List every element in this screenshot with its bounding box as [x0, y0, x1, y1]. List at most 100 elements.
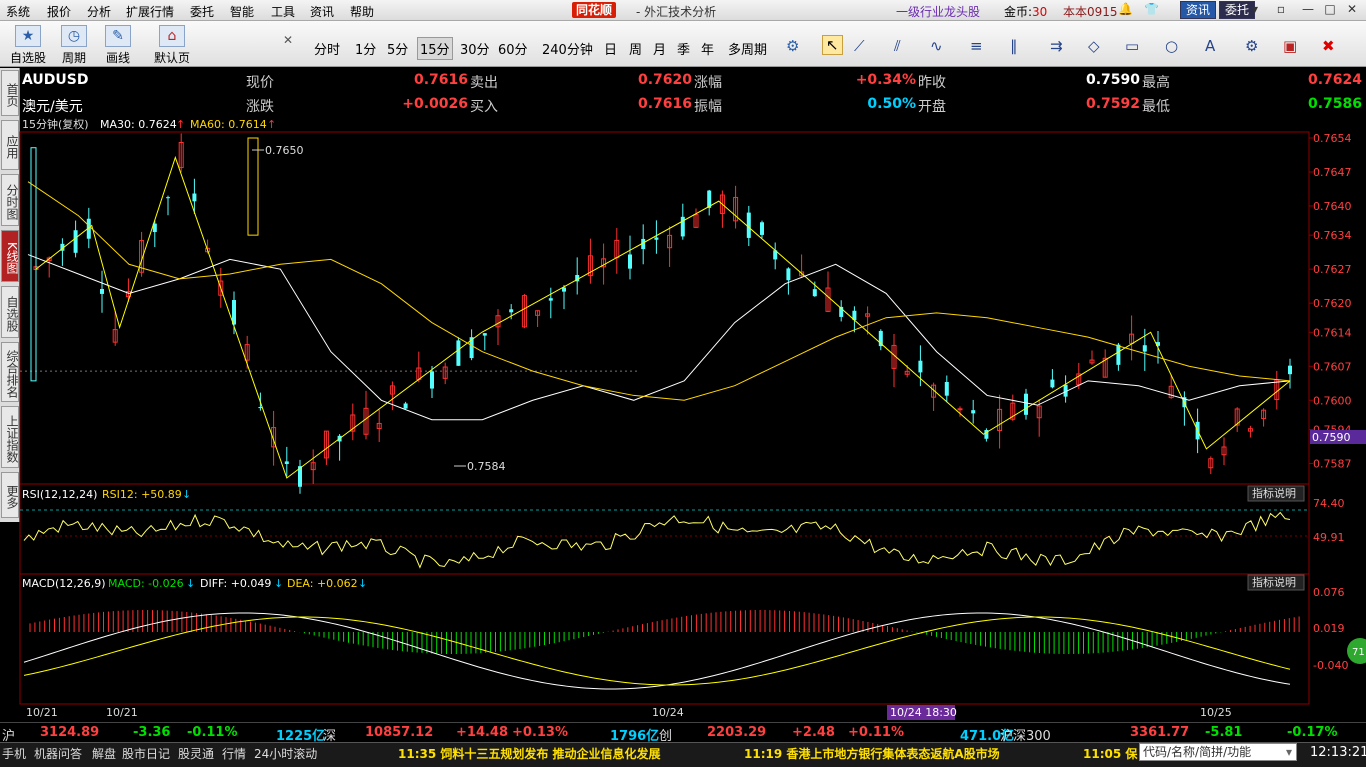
wave-tool-icon[interactable]: ∿: [930, 37, 943, 55]
x-label-3: 10/24: [652, 706, 684, 719]
rsi-down-icon: ↓: [182, 488, 191, 501]
scroll-24h-link[interactable]: 24小时滚动: [254, 745, 317, 762]
rsi-tick-high: 74.40: [1313, 497, 1345, 510]
tab-home[interactable]: 首页: [1, 70, 19, 116]
gann-tool-icon[interactable]: ◇: [1088, 37, 1100, 55]
trade-button[interactable]: 委托: [1219, 1, 1256, 19]
news-ticker-1[interactable]: 11:35 饲料十三五规划发布 推动企业信息化发展: [398, 745, 661, 762]
parallel-tool-icon[interactable]: ⫽: [894, 37, 901, 55]
macd-down-icon: ↓: [186, 577, 195, 590]
period-15min[interactable]: 15分: [417, 37, 453, 60]
draw-settings-icon[interactable]: ⚙: [1245, 37, 1258, 55]
chart-area[interactable]: 0.7654 0.7647 0.7640 0.7634 0.7627 0.7620 0.76…: [0, 116, 1366, 722]
candlesticks: [30, 133, 1292, 494]
default-page-button[interactable]: ⌂ 默认页: [150, 25, 194, 66]
quote-link[interactable]: 行情: [222, 745, 246, 762]
dropdown-arrow-icon[interactable]: ▾: [1286, 745, 1292, 759]
save-icon[interactable]: ▣: [1283, 37, 1297, 55]
dropdown-icon[interactable]: ▾: [1252, 2, 1258, 16]
rect-tool-icon[interactable]: ▭: [1125, 37, 1139, 55]
period-60min[interactable]: 60分: [498, 39, 528, 58]
restore-icon[interactable]: ▫: [1271, 2, 1291, 18]
x-label-1: 10/21: [26, 706, 58, 719]
period-week[interactable]: 周: [629, 39, 642, 58]
quote-panel: AUDUSD 澳元/美元 现价 0.7616 卖出 0.7620 涨幅 +0.3…: [20, 68, 1366, 116]
collapse-icon[interactable]: ✕: [283, 33, 293, 47]
menu-news[interactable]: 资讯: [310, 3, 334, 20]
menu-help[interactable]: 帮助: [350, 3, 374, 20]
app-title: - 外汇技术分析: [636, 5, 717, 19]
minimize-icon[interactable]: —: [1298, 2, 1318, 18]
text-tool-icon[interactable]: A: [1205, 37, 1215, 55]
code-search-input[interactable]: 代码/名称/简拼/功能: [1139, 743, 1297, 761]
limit-link[interactable]: 解盘: [92, 745, 116, 762]
label-change: 涨跌: [246, 99, 274, 115]
period-fenshi[interactable]: 分时: [314, 39, 340, 58]
candle-body: [628, 254, 632, 269]
menu-analysis[interactable]: 分析: [87, 3, 111, 20]
menu-ext-quote[interactable]: 扩展行情: [126, 3, 174, 20]
candle-body: [760, 222, 764, 235]
macd-tick-high: 0.076: [1313, 586, 1345, 599]
clock-icon: ◷: [61, 25, 87, 47]
market-diary-link[interactable]: 股市日记: [122, 745, 170, 762]
news-ticker-3[interactable]: 11:05 保: [1083, 745, 1137, 762]
x-label-5: 10/25: [1200, 706, 1232, 719]
rsi-label: RSI(12,12,24): [22, 488, 97, 501]
robot-qa-link[interactable]: 机器问答: [34, 745, 82, 762]
candle-body: [1142, 345, 1147, 352]
period-year[interactable]: 年: [701, 39, 714, 58]
ellipse-tool-icon[interactable]: ○: [1165, 37, 1178, 55]
news-ticker-2[interactable]: 11:19 香港上市地方银行集体表态返航A股市场: [744, 745, 1000, 762]
pen-icon: ✎: [105, 25, 131, 47]
symbol-name: 澳元/美元: [22, 99, 83, 115]
bell-icon[interactable]: 🔔: [1118, 2, 1133, 16]
coins: 金币:30: [1004, 3, 1047, 20]
period-5min[interactable]: 5分: [387, 39, 408, 58]
shirt-icon[interactable]: 👕: [1144, 2, 1159, 16]
menu-quote[interactable]: 报价: [47, 3, 71, 20]
period-1min[interactable]: 1分: [355, 39, 376, 58]
settings-gear-icon[interactable]: ⚙: [786, 37, 799, 55]
period-30min[interactable]: 30分: [460, 39, 490, 58]
menu-system[interactable]: 系统: [6, 3, 30, 20]
period-season[interactable]: 季: [677, 39, 690, 58]
ma30-up-icon: ↑: [176, 118, 185, 131]
close-icon[interactable]: ✕: [1342, 2, 1362, 18]
draw-button[interactable]: ✎ 画线: [98, 25, 138, 66]
label-prev-close: 昨收: [918, 75, 946, 91]
period-month[interactable]: 月: [653, 39, 666, 58]
cycle-tool-icon[interactable]: ∥: [1010, 37, 1018, 55]
candle-body: [30, 147, 37, 382]
value-change: +0.0026: [402, 96, 468, 112]
watchlist-button[interactable]: ★ 自选股: [6, 25, 50, 66]
menu-smart[interactable]: 智能: [230, 3, 254, 20]
y-tick-label: 0.7654: [1313, 132, 1352, 145]
period-240min[interactable]: 240分钟: [542, 39, 593, 58]
low-annotation: 0.7584: [467, 460, 506, 473]
rsi-help-text[interactable]: 指标说明: [1252, 486, 1296, 500]
period-multi[interactable]: 多周期: [728, 39, 767, 58]
candle-body: [746, 212, 751, 238]
y-tick-label: 0.7640: [1313, 200, 1352, 213]
stock-spirit-link[interactable]: 股灵通: [178, 745, 214, 762]
promo-link[interactable]: 一级行业龙头股: [896, 3, 980, 20]
macd-help-text[interactable]: 指标说明: [1252, 575, 1296, 589]
news-button[interactable]: 资讯: [1180, 1, 1217, 19]
channel-tool-icon[interactable]: ⇉: [1050, 37, 1063, 55]
candle-body: [73, 230, 78, 253]
fib-tool-icon[interactable]: ≡: [970, 37, 983, 55]
period-day[interactable]: 日: [604, 39, 617, 58]
mobile-link[interactable]: 手机: [2, 745, 26, 762]
user-name[interactable]: 本本0915: [1063, 3, 1118, 20]
cursor-icon[interactable]: ↖: [822, 35, 843, 55]
candle-body: [944, 382, 949, 396]
delete-icon[interactable]: ✖: [1322, 37, 1335, 55]
line-tool-icon[interactable]: ⟋: [854, 37, 865, 55]
float-widget-text[interactable]: 71: [1352, 647, 1365, 658]
menu-tools[interactable]: 工具: [271, 3, 295, 20]
value-price: 0.7616: [413, 72, 468, 88]
period-button[interactable]: ◷ 周期: [54, 25, 94, 66]
maximize-icon[interactable]: □: [1320, 2, 1340, 18]
menu-trade[interactable]: 委托: [190, 3, 214, 20]
